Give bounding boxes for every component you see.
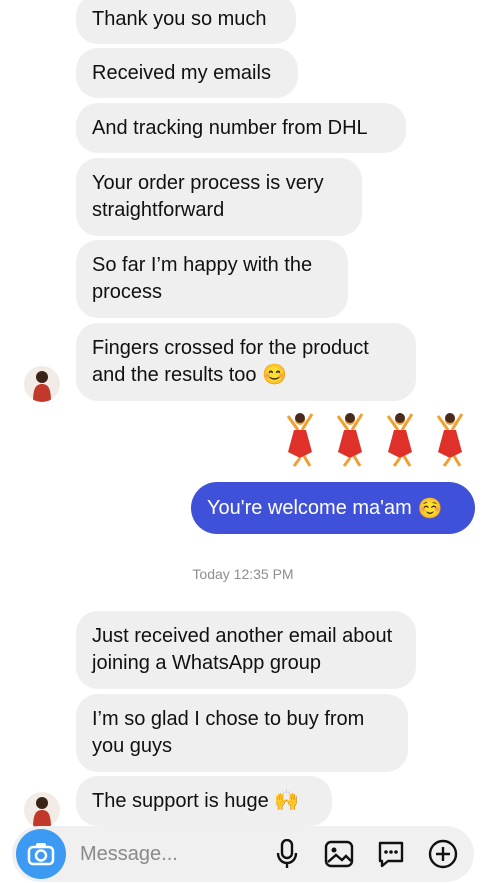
- dancer-emoji: [386, 413, 414, 467]
- message-bubble[interactable]: And tracking number from DHL: [76, 103, 406, 153]
- message-input[interactable]: Message...: [80, 843, 272, 866]
- message-bubble[interactable]: Thank you so much: [76, 0, 296, 44]
- dancer-emoji: [336, 413, 364, 467]
- dancer-emoji: [286, 413, 314, 467]
- camera-button[interactable]: [16, 829, 66, 879]
- message-text-body: The support is huge: [92, 789, 269, 812]
- gallery-button[interactable]: [324, 839, 354, 869]
- camera-icon: [27, 843, 55, 866]
- raising-hands-emoji: 🙌: [274, 789, 300, 812]
- message-bubble[interactable]: Your order process is very straightforwa…: [76, 158, 362, 236]
- emoji-message[interactable]: [280, 412, 470, 468]
- message-text: Thank you so much: [92, 7, 267, 30]
- message-text: The support is huge 🙌: [92, 788, 299, 815]
- message-bubble[interactable]: Just received another email about joinin…: [76, 611, 416, 689]
- microphone-button[interactable]: [272, 839, 302, 869]
- message-bubble[interactable]: Received my emails: [76, 48, 298, 98]
- smile-emoji: 😊: [262, 364, 288, 386]
- avatar-person-icon: [33, 797, 51, 828]
- dancer-emoji: [436, 413, 464, 467]
- sticker-button[interactable]: [376, 839, 406, 869]
- message-bubble[interactable]: So far I’m happy with the process: [76, 240, 348, 318]
- avatar-person-icon: [33, 371, 51, 402]
- message-text: Received my emails: [92, 61, 271, 84]
- gallery-icon: [324, 840, 354, 868]
- sticker-icon: [378, 841, 404, 868]
- message-text: You're welcome ma'am: [207, 496, 412, 519]
- avatar[interactable]: [24, 792, 60, 828]
- message-text: I’m so glad I chose to buy from you guys: [92, 708, 365, 757]
- add-icon: [428, 839, 458, 869]
- message-bubble[interactable]: The support is huge 🙌: [76, 776, 332, 826]
- message-bubble[interactable]: I’m so glad I chose to buy from you guys: [76, 694, 408, 772]
- message-composer: Message...: [12, 826, 474, 882]
- message-text: Fingers crossed for the product and the …: [92, 335, 400, 389]
- message-text: And tracking number from DHL: [92, 116, 368, 139]
- microphone-icon: [276, 839, 298, 868]
- message-bubble[interactable]: Fingers crossed for the product and the …: [76, 323, 416, 401]
- message-text: Just received another email about joinin…: [92, 625, 393, 674]
- avatar[interactable]: [24, 366, 60, 402]
- add-button[interactable]: [428, 839, 458, 869]
- outgoing-message-bubble[interactable]: You're welcome ma'am ☺️: [191, 482, 475, 534]
- relieved-emoji: ☺️: [417, 497, 443, 520]
- message-text: So far I’m happy with the process: [92, 254, 313, 303]
- message-text-body: Fingers crossed for the product and the …: [92, 337, 369, 386]
- message-text: Your order process is very straightforwa…: [92, 172, 324, 221]
- timestamp: Today 12:35 PM: [192, 566, 294, 582]
